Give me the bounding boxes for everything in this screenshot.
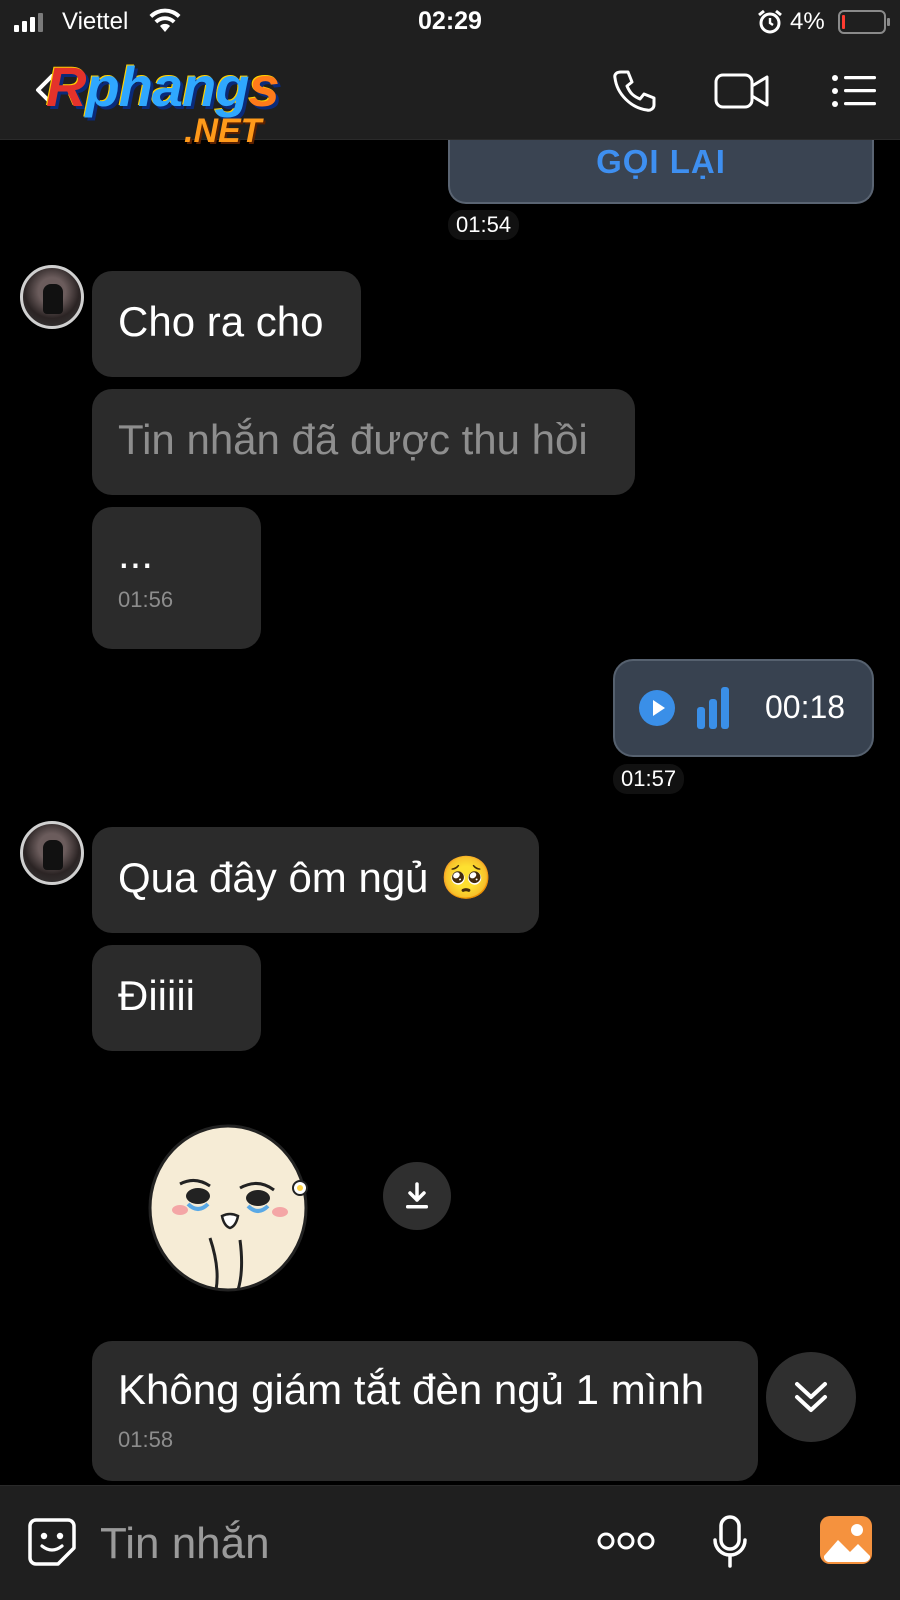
voice-duration: 00:18 [765, 689, 846, 725]
more-options-button[interactable] [596, 1526, 656, 1556]
voice-call-button[interactable] [606, 66, 662, 116]
message-bubble[interactable]: Qua đây ôm ngủ 🥺 [92, 827, 539, 933]
message-time: 01:57 [613, 764, 685, 794]
chevron-double-down-icon [795, 1382, 827, 1412]
download-button[interactable] [383, 1162, 451, 1230]
gallery-button[interactable] [818, 1514, 874, 1566]
sticker-icon [28, 1518, 76, 1566]
status-bar: Viettel 02:29 4% [0, 0, 900, 44]
message-bubble[interactable]: Cho ra cho [92, 271, 361, 377]
message-bubble[interactable]: Điiiii [92, 945, 261, 1051]
message-list[interactable]: GỌI LẠI 01:54 Cho ra cho Tin nhắn đã đượ… [0, 140, 900, 1485]
image-icon [820, 1516, 872, 1564]
voice-record-button[interactable] [710, 1514, 750, 1570]
menu-icon [832, 75, 876, 107]
emoji-button[interactable] [26, 1516, 78, 1568]
call-back-button[interactable]: GỌI LẠI [448, 140, 874, 204]
voice-message[interactable]: 00:18 [613, 659, 874, 757]
avatar[interactable] [20, 821, 84, 885]
watermark-logo: Rphangs .NET [46, 55, 280, 150]
sticker-image[interactable] [140, 1118, 320, 1298]
video-icon [714, 73, 769, 109]
avatar[interactable] [20, 265, 84, 329]
battery-percent: 4% [790, 8, 825, 35]
microphone-icon [713, 1515, 747, 1568]
audio-wave-icon [697, 687, 729, 729]
message-input[interactable] [100, 1514, 560, 1574]
message-bubble[interactable]: ... 01:56 [92, 507, 261, 649]
message-composer [0, 1485, 900, 1600]
phone-icon [613, 70, 656, 112]
play-icon[interactable] [639, 690, 675, 726]
alarm-icon [758, 9, 782, 34]
video-call-button[interactable] [714, 66, 770, 116]
more-icon [597, 1532, 655, 1550]
message-bubble[interactable]: Không giám tắt đèn ngủ 1 mình 01:58 [92, 1341, 758, 1481]
battery-icon [838, 10, 890, 34]
chat-header: Rphangs .NET [0, 44, 900, 150]
chat-options-button[interactable] [826, 66, 882, 116]
message-time: 01:54 [448, 210, 520, 240]
recalled-message[interactable]: Tin nhắn đã được thu hồi [92, 389, 635, 495]
scroll-to-bottom-button[interactable] [766, 1352, 856, 1442]
download-icon [406, 1182, 428, 1209]
